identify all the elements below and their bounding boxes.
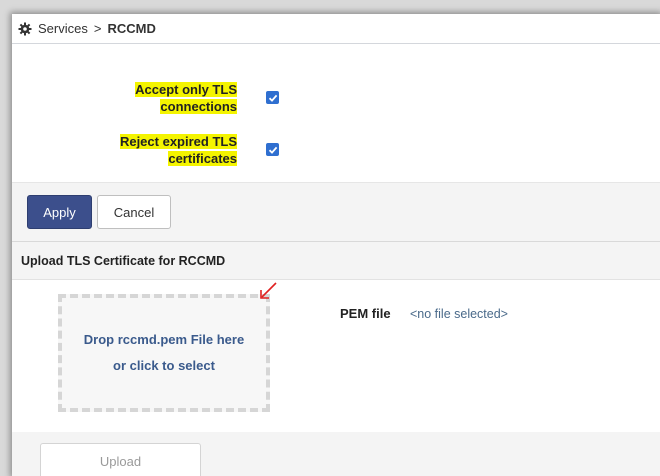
accept-tls-checkbox[interactable]	[266, 91, 279, 104]
annotation-arrow-icon	[260, 282, 277, 299]
action-bar: Apply Cancel	[12, 182, 660, 242]
check-icon	[268, 94, 277, 102]
upload-footer: Upload	[12, 432, 660, 476]
setting-label-line: connections	[160, 99, 237, 114]
rccmd-panel: Services > RCCMD Accept only TLS connect…	[12, 14, 660, 476]
dropzone-text-line2: or click to select	[113, 358, 215, 373]
upload-section-title: Upload TLS Certificate for RCCMD	[12, 242, 660, 280]
rccmd-settings-form: Accept only TLS connections Reject expir…	[12, 44, 660, 182]
breadcrumb-services-link[interactable]: Services	[38, 21, 88, 36]
reject-expired-checkbox[interactable]	[266, 143, 279, 156]
apply-button[interactable]: Apply	[27, 195, 92, 229]
pem-file-value: <no file selected>	[410, 307, 508, 321]
setting-label-line: Reject expired TLS	[119, 134, 237, 149]
breadcrumb-separator: >	[93, 21, 102, 36]
setting-label-line: certificates	[168, 151, 237, 166]
pem-file-label: PEM file	[340, 306, 391, 321]
file-dropzone[interactable]: Drop rccmd.pem File here or click to sel…	[58, 294, 270, 412]
upload-area: Drop rccmd.pem File here or click to sel…	[12, 280, 660, 432]
cancel-button[interactable]: Cancel	[97, 195, 171, 229]
setting-label-line: Accept only TLS	[135, 82, 237, 97]
setting-label-accept-tls: Accept only TLS connections	[135, 81, 237, 115]
breadcrumb-current: RCCMD	[107, 21, 156, 36]
dropzone-text-line1: Drop rccmd.pem File here	[83, 332, 245, 347]
gear-icon	[18, 22, 32, 36]
upload-button[interactable]: Upload	[40, 443, 201, 476]
breadcrumb: Services > RCCMD	[12, 14, 660, 44]
setting-label-reject-expired: Reject expired TLS certificates	[119, 133, 237, 167]
check-icon	[268, 146, 277, 154]
